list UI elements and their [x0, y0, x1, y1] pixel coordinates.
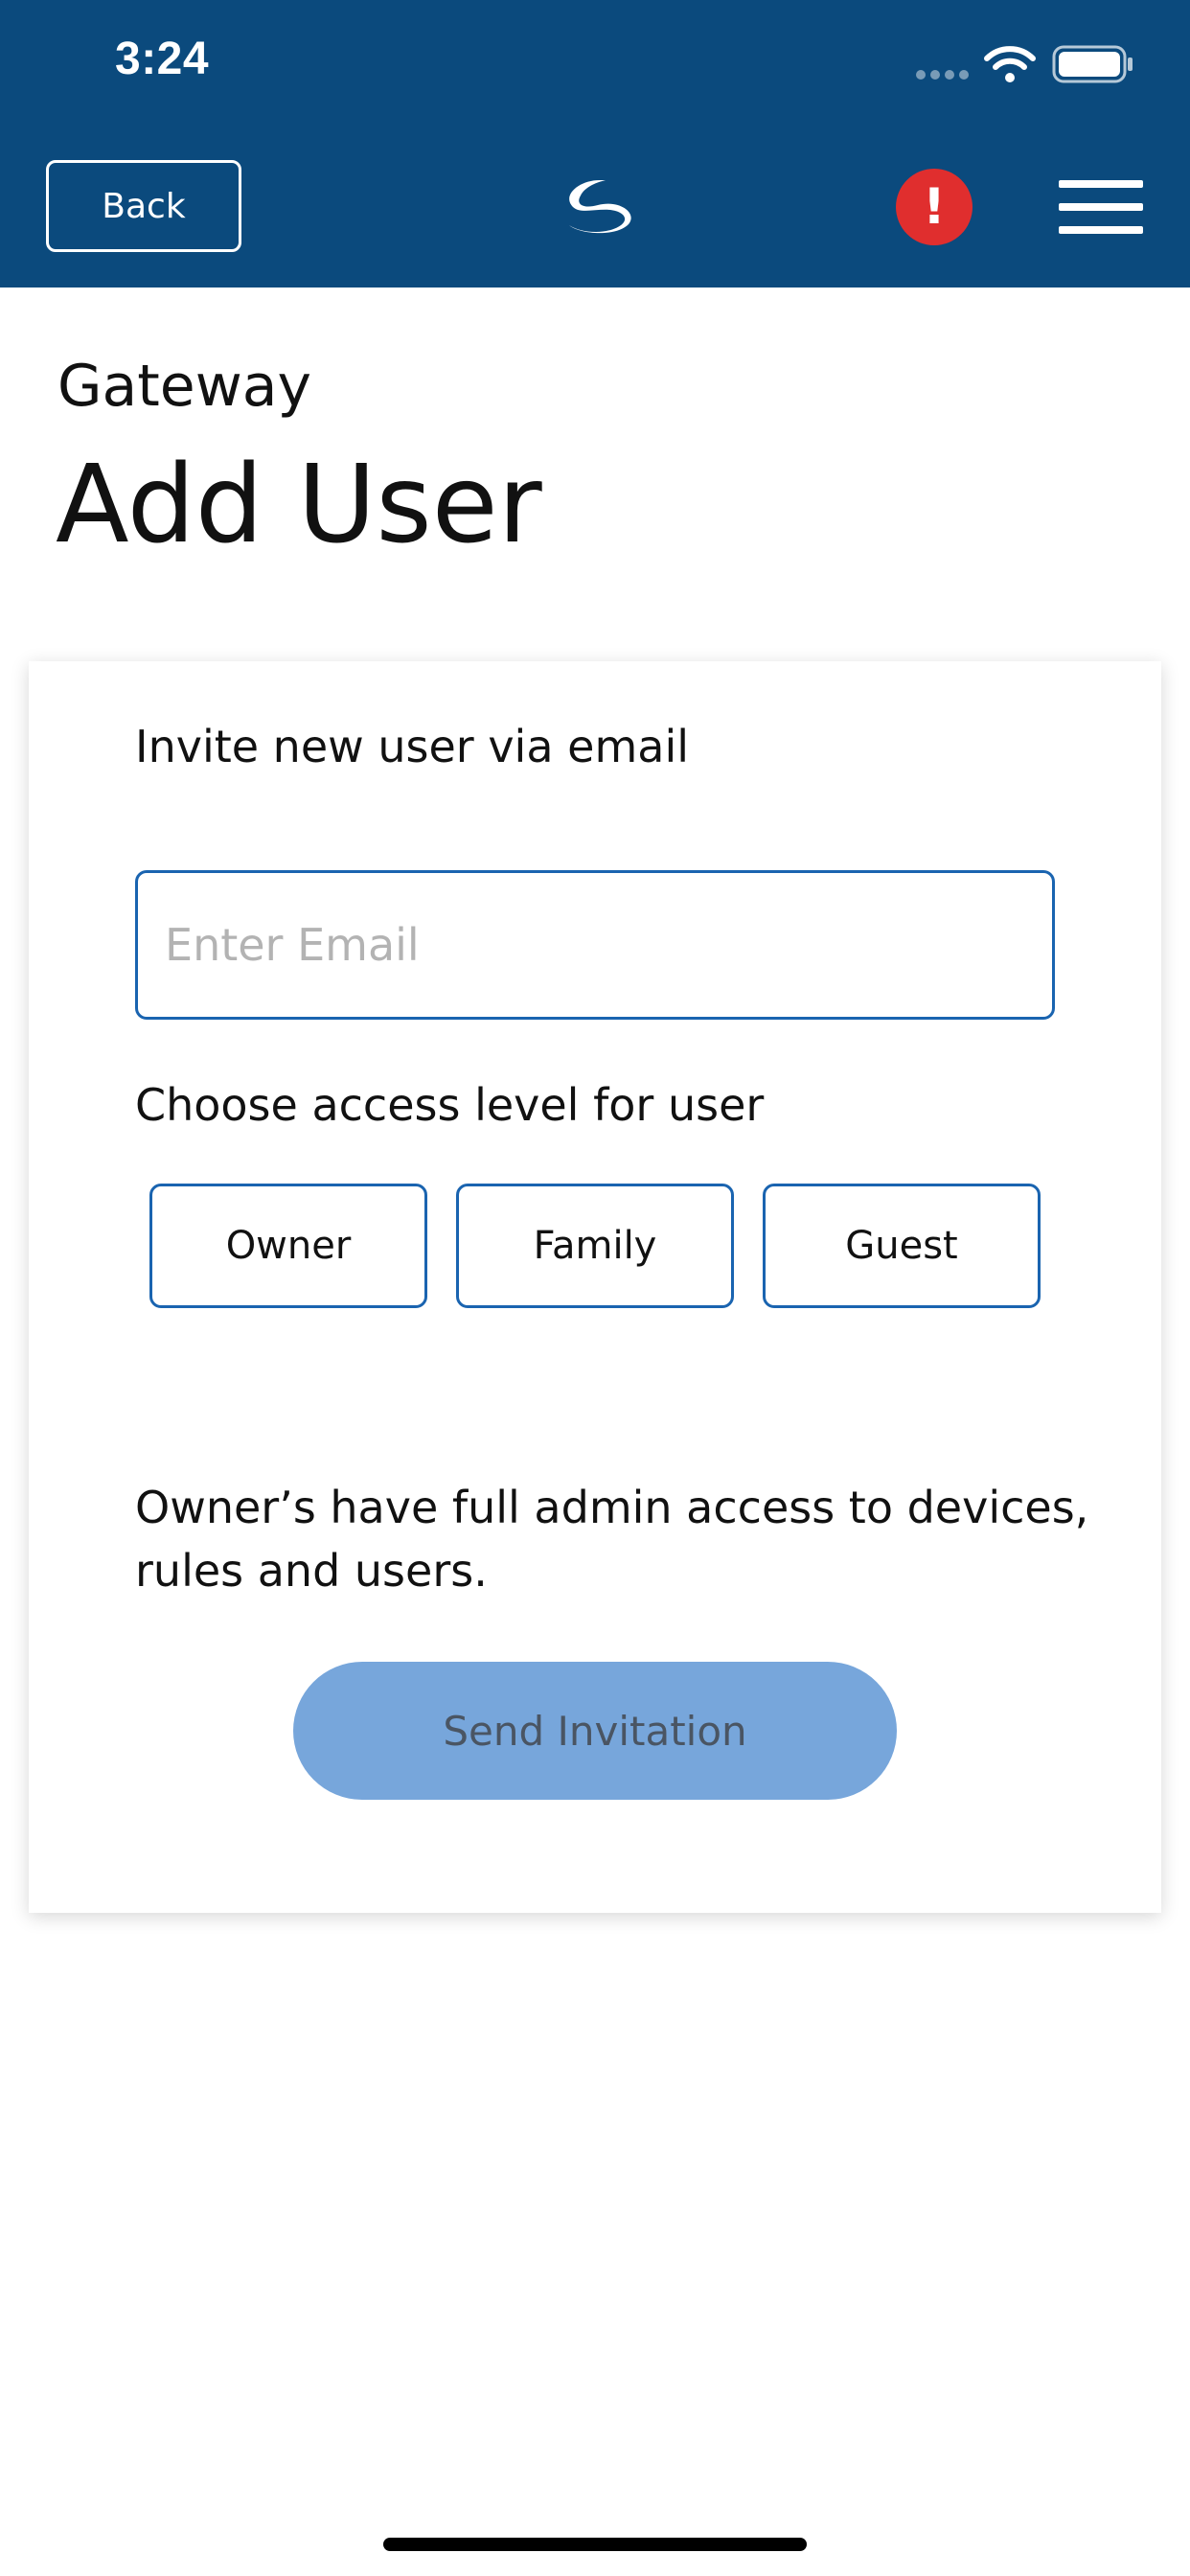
- alert-glyph: !: [923, 178, 946, 236]
- access-level-description: Owner’s have full admin access to device…: [135, 1482, 1089, 1597]
- alert-icon[interactable]: !: [896, 169, 973, 245]
- breadcrumb: Gateway: [57, 353, 312, 420]
- back-button[interactable]: Back: [46, 160, 241, 252]
- invite-card: Invite new user via email Choose access …: [29, 661, 1161, 1913]
- access-level-label: Choose access level for user: [135, 1079, 765, 1131]
- email-field[interactable]: [135, 870, 1055, 1020]
- signal-icon: [916, 70, 970, 80]
- hamburger-menu-icon[interactable]: [1059, 180, 1143, 234]
- home-indicator[interactable]: [383, 2538, 807, 2551]
- invite-label: Invite new user via email: [135, 721, 690, 772]
- send-invitation-button[interactable]: Send Invitation: [293, 1662, 897, 1800]
- access-option-owner[interactable]: Owner: [149, 1184, 427, 1308]
- battery-icon: [1052, 45, 1133, 83]
- brand-logo-icon: [569, 180, 631, 234]
- app-header: 3:24 Back !: [0, 0, 1190, 288]
- status-bar-time: 3:24: [115, 34, 210, 84]
- access-option-guest[interactable]: Guest: [763, 1184, 1041, 1308]
- page-title: Add User: [56, 443, 542, 567]
- wifi-icon: [984, 46, 1036, 82]
- access-option-family[interactable]: Family: [456, 1184, 734, 1308]
